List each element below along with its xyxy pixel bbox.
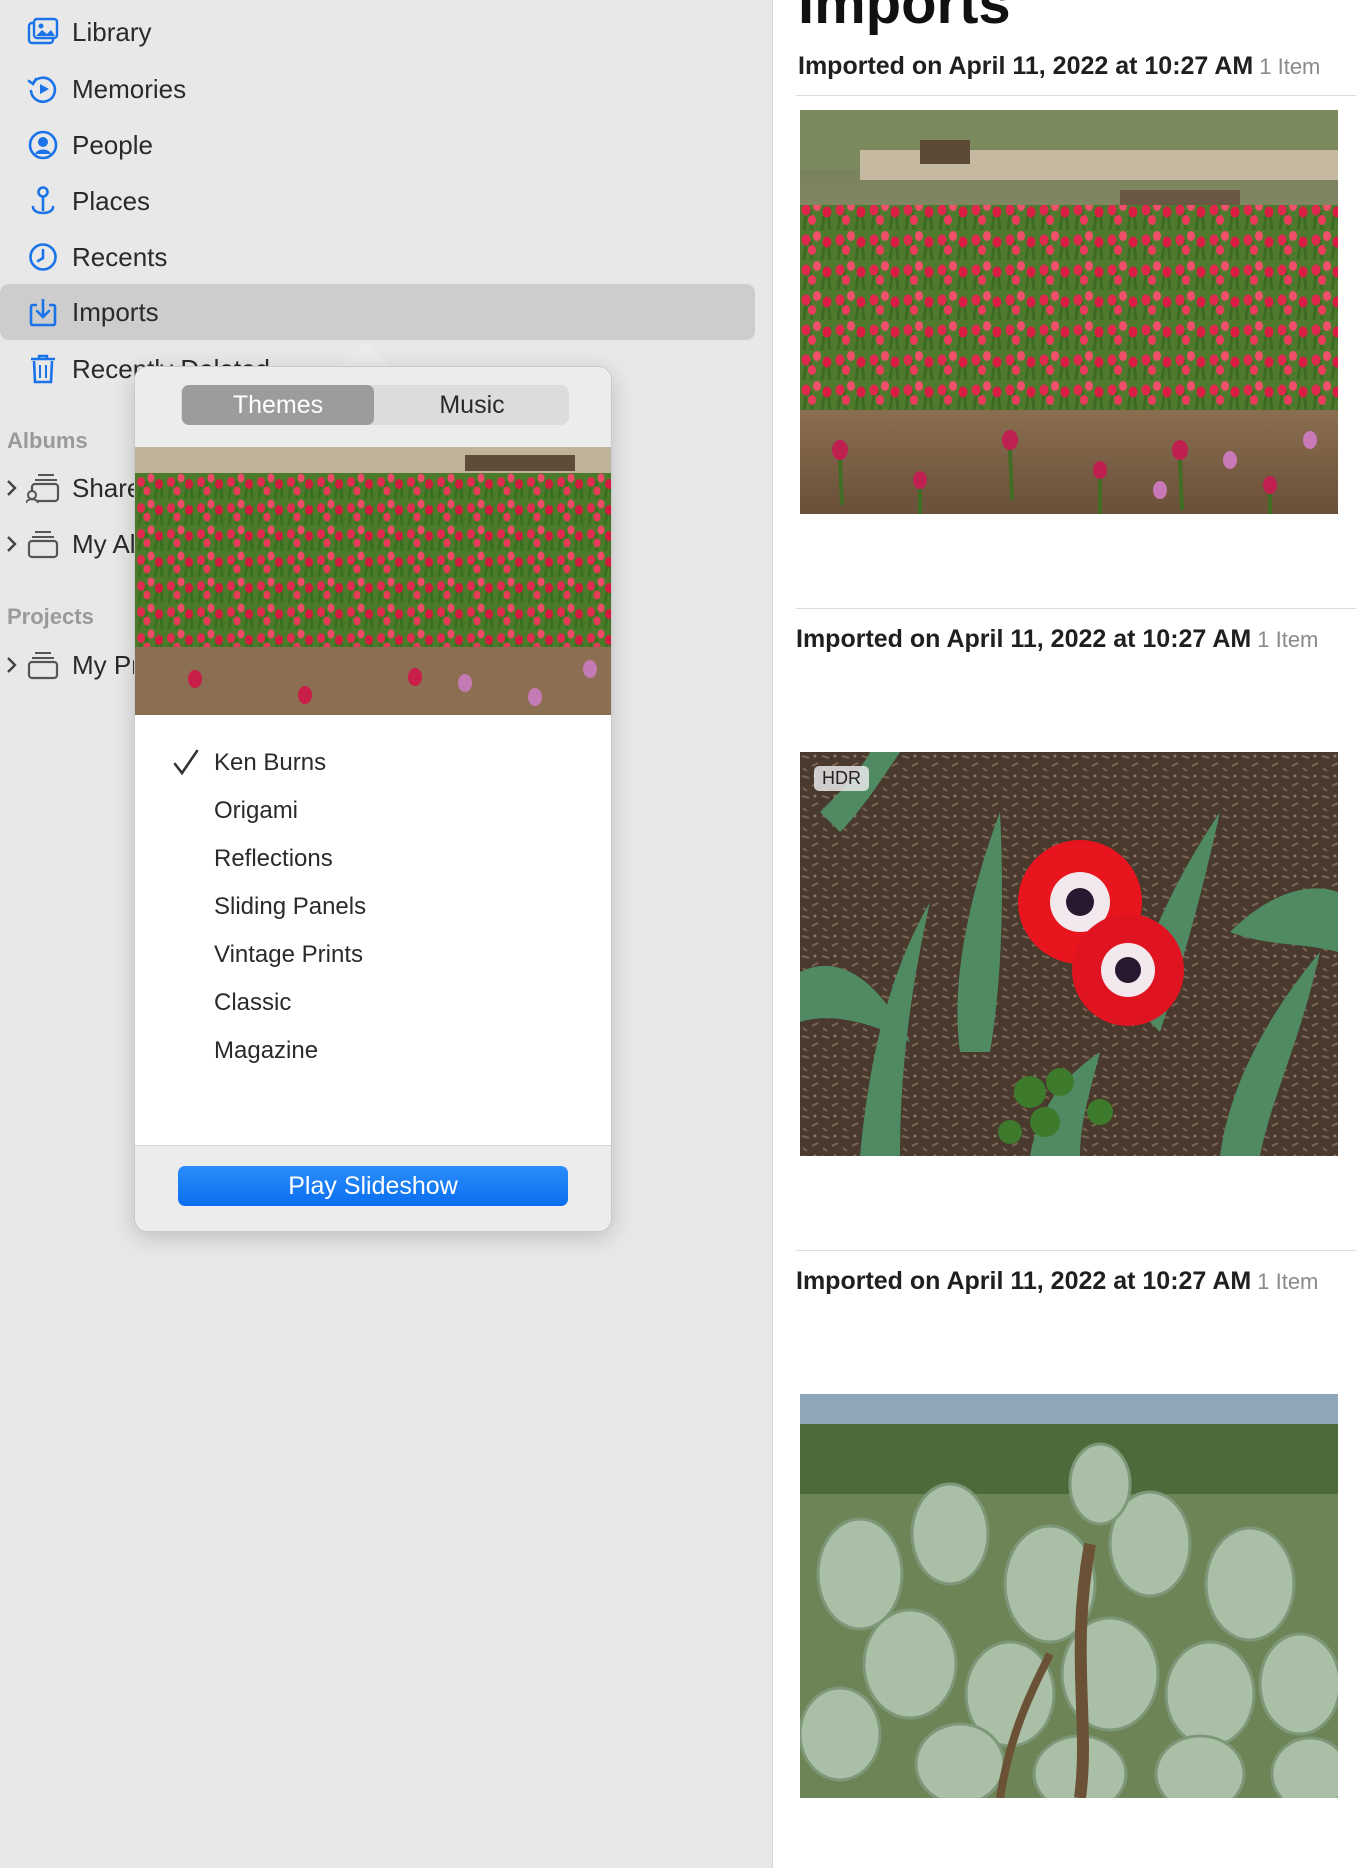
- places-icon: [26, 184, 60, 218]
- theme-label: Sliding Panels: [214, 893, 367, 920]
- sidebar-item-label: Library: [72, 16, 152, 47]
- hdr-badge: HDR: [814, 766, 869, 791]
- themes-music-segmented-control: Themes Music: [181, 385, 569, 425]
- memories-icon: [26, 72, 60, 106]
- theme-label: Origami: [214, 797, 299, 824]
- theme-item-magazine[interactable]: Magazine: [135, 1027, 611, 1075]
- slideshow-popover: Themes Music Ken Burns Origami Reflectio…: [134, 366, 612, 1232]
- sidebar-item-label: Places: [72, 185, 151, 216]
- divider: [796, 1250, 1356, 1251]
- sidebar-item-library[interactable]: Library: [0, 4, 755, 60]
- sidebar-item-memories[interactable]: Memories: [0, 61, 755, 117]
- recents-icon: [26, 240, 60, 274]
- popover-footer: Play Slideshow: [135, 1145, 611, 1231]
- shared-albums-icon: [26, 471, 60, 505]
- import-group-count: 1 Item: [1259, 54, 1321, 79]
- import-group-header: Imported on April 11, 2022 at 10:27 AM 1 …: [796, 625, 1318, 654]
- chevron-right-icon[interactable]: [6, 654, 20, 676]
- theme-item-reflections[interactable]: Reflections: [135, 835, 611, 883]
- theme-label: Magazine: [214, 1037, 319, 1064]
- sidebar-item-places[interactable]: Places: [0, 173, 755, 229]
- theme-item-vintage-prints[interactable]: Vintage Prints: [135, 931, 611, 979]
- tulip-garden-photo[interactable]: [800, 110, 1338, 514]
- divider: [796, 608, 1356, 609]
- theme-item-origami[interactable]: Origami: [135, 787, 611, 835]
- sidebar-item-people[interactable]: People: [0, 117, 755, 173]
- imports-icon: [26, 295, 60, 329]
- prickly-pear-cactus-photo[interactable]: [800, 1394, 1338, 1798]
- albums-stack-icon: [26, 527, 60, 561]
- red-anemone-photo[interactable]: HDR: [800, 752, 1338, 1156]
- theme-item-sliding-panels[interactable]: Sliding Panels: [135, 883, 611, 931]
- people-icon: [26, 128, 60, 162]
- play-slideshow-button[interactable]: Play Slideshow: [178, 1166, 568, 1206]
- import-group-title: Imported on April 11, 2022 at 10:27 AM: [796, 1267, 1252, 1295]
- import-group-title: Imported on April 11, 2022 at 10:27 AM: [798, 52, 1254, 80]
- theme-label: Ken Burns: [214, 749, 327, 776]
- theme-item-ken-burns[interactable]: Ken Burns: [135, 739, 611, 787]
- trash-icon: [26, 352, 60, 386]
- sidebar-item-label: Imports: [72, 296, 159, 327]
- popover-arrow: [340, 342, 392, 368]
- tab-music[interactable]: Music: [377, 385, 567, 425]
- tab-themes[interactable]: Themes: [182, 385, 374, 425]
- chevron-right-icon[interactable]: [6, 477, 20, 499]
- import-group-title: Imported on April 11, 2022 at 10:27 AM: [796, 625, 1252, 653]
- import-group-header: Imported on April 11, 2022 at 10:27 AM 1 …: [798, 52, 1320, 81]
- sidebar-item-label: People: [72, 129, 153, 160]
- theme-label: Vintage Prints: [214, 941, 363, 968]
- theme-item-classic[interactable]: Classic: [135, 979, 611, 1027]
- import-group-header: Imported on April 11, 2022 at 10:27 AM 1 …: [796, 1267, 1318, 1296]
- sidebar-item-label: Recents: [72, 241, 168, 272]
- projects-stack-icon: [26, 648, 60, 682]
- page-title: Imports: [798, 0, 1011, 36]
- chevron-right-icon[interactable]: [6, 533, 20, 555]
- library-icon: [26, 15, 60, 49]
- sidebar-item-label: Memories: [72, 73, 187, 104]
- sidebar-item-recents[interactable]: Recents: [0, 229, 755, 285]
- sidebar-item-imports[interactable]: Imports: [0, 284, 755, 340]
- slideshow-preview-image: [135, 447, 611, 715]
- projects-section-title: Projects: [7, 604, 94, 629]
- import-group-count: 1 Item: [1257, 627, 1319, 652]
- import-group-count: 1 Item: [1257, 1269, 1319, 1294]
- checkmark-icon: [173, 748, 199, 778]
- imports-content: Imports Imported on April 11, 2022 at 10…: [774, 0, 1356, 1868]
- popover-header: Themes Music: [135, 367, 611, 447]
- theme-label: Reflections: [214, 845, 333, 872]
- theme-label: Classic: [214, 989, 292, 1016]
- albums-section-title: Albums: [7, 428, 88, 453]
- divider: [796, 95, 1356, 96]
